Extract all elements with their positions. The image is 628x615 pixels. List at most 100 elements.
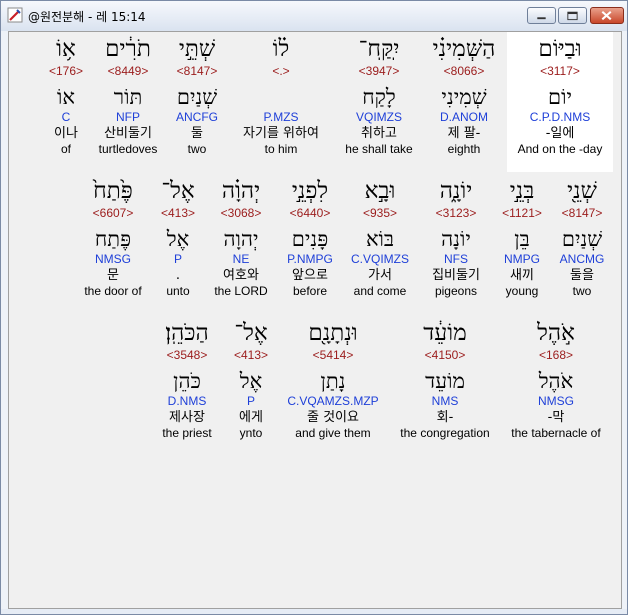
word-block[interactable]: שְׁתֵּ֣י <8147> שְׁנַיִם ANCFG 둘 two: [165, 32, 229, 157]
lexical-form: שְׁנַיִם: [561, 227, 603, 251]
hebrew-word: וּבָ֣א: [364, 178, 396, 204]
strong-number[interactable]: <3068>: [207, 206, 275, 220]
korean-gloss: 집비둘기: [432, 268, 480, 283]
close-button[interactable]: [590, 7, 624, 24]
korean-gloss: -일에: [545, 126, 575, 141]
lexical-form: פֶּתַח: [94, 227, 132, 251]
hebrew-word: לִפְנֵ֣י: [291, 178, 329, 204]
korean-gloss: .: [175, 268, 181, 283]
korean-gloss: 제사장: [169, 410, 205, 425]
word-block[interactable]: וּבַיּוֹם <3117> יוֹם C.P.D.NMS -일에 And …: [507, 32, 613, 172]
morphology-code: P: [173, 252, 182, 266]
english-gloss: two: [187, 142, 207, 156]
korean-gloss: 이나: [54, 126, 78, 141]
korean-gloss: 가서: [368, 268, 392, 283]
morphology-code: VQIMZS: [355, 110, 402, 124]
word-block[interactable]: אֹ֣הֶל <168> אֹהֶל NMSG -막 the tabernacl…: [501, 316, 611, 441]
word-block[interactable]: בְּנֵ֣י <1121> בֵּן NMPG 새끼 young: [497, 174, 547, 299]
lexical-form: בּוֹא: [365, 227, 395, 251]
word-block[interactable]: הַשְּׁמִינִ֗י <8066> שְׁמִינִי D.ANOM 제 …: [425, 32, 503, 157]
hebrew-word: אֶל־: [234, 320, 268, 346]
english-gloss: unto: [166, 284, 190, 298]
strong-number[interactable]: <3117>: [507, 64, 613, 78]
strong-number[interactable]: <8449>: [93, 64, 163, 78]
morphology-code: NMPG: [504, 252, 540, 266]
strong-number[interactable]: <168>: [501, 348, 611, 362]
english-gloss: And on the -day: [517, 142, 603, 156]
window-title: @원전분해 - 레 15:14: [28, 10, 146, 24]
hebrew-word: בְּנֵ֣י: [509, 178, 535, 204]
morphology-code: C.VQIMZS: [350, 252, 409, 266]
english-gloss: the LORD: [214, 284, 268, 298]
strong-number[interactable]: <5414>: [279, 348, 387, 362]
maximize-button[interactable]: [558, 7, 587, 24]
lexical-form: יְהוָה: [223, 227, 259, 251]
hebrew-word: שְׁתֵּ֣י: [178, 36, 216, 62]
lexical-form: נָתַן: [320, 369, 346, 393]
strong-number[interactable]: <8066>: [425, 64, 503, 78]
strong-number[interactable]: <8147>: [553, 206, 611, 220]
word-block[interactable]: וּנְתָנָ֖ם <5414> נָתַן C.VQAMZS.MZP 줄 것…: [279, 316, 387, 441]
word-block[interactable]: יְהוָ֗ה <3068> יְהוָה NE 여호와 the LORD: [207, 174, 275, 299]
strong-number[interactable]: <8147>: [165, 64, 229, 78]
morphology-code: P: [246, 394, 255, 408]
lexical-form: אוֹ: [57, 85, 75, 109]
strong-number[interactable]: <6607>: [77, 206, 149, 220]
word-block[interactable]: אֶל־ <413> אֶל P 에게 ynto: [227, 316, 275, 441]
strong-number[interactable]: <413>: [155, 206, 201, 220]
word-block[interactable]: שְׁנֵ֖י <8147> שְׁנַיִם ANCMG 둘을 two: [553, 174, 611, 299]
lexical-form: מוֹעֵד: [425, 369, 465, 393]
word-block[interactable]: א֥וֹ <176> אוֹ C 이나 of: [45, 32, 87, 157]
hebrew-word: מוֹעֵ֔ד: [423, 320, 467, 346]
morphology-code: C.VQAMZS.MZP: [287, 394, 379, 408]
morphology-code: D.ANOM: [440, 110, 488, 124]
close-icon: [601, 10, 612, 21]
strong-number[interactable]: <3123>: [421, 206, 491, 220]
strong-number[interactable]: <935>: [345, 206, 415, 220]
hebrew-word: יוֹנָ֑ה: [439, 178, 473, 204]
strong-number[interactable]: <4150>: [391, 348, 499, 362]
bottom-border: [1, 609, 627, 614]
morphology-code: D.NMS: [167, 394, 207, 408]
strong-number[interactable]: <.>: [231, 64, 331, 78]
strong-number[interactable]: <1121>: [497, 206, 547, 220]
morphology-code: C.P.D.NMS: [529, 110, 591, 124]
word-block[interactable]: וּבָ֣א <935> בּוֹא C.VQIMZS 가서 and come: [345, 174, 415, 299]
word-block[interactable]: מוֹעֵ֔ד <4150> מוֹעֵד NMS 회- the congreg…: [391, 316, 499, 441]
english-gloss: of: [60, 142, 71, 156]
korean-gloss: 줄 것이요: [307, 410, 359, 425]
lexical-form: יוֹנָה: [441, 227, 471, 251]
word-block[interactable]: הַכֹּהֵֽן׃ <3548> כֹּהֵן D.NMS 제사장 the p…: [151, 316, 223, 441]
morphology-code: NMSG: [538, 394, 574, 408]
hebrew-word: הַשְּׁמִינִ֗י: [432, 36, 496, 62]
lexical-form: [231, 84, 331, 110]
hebrew-word: ל֗וֹ: [272, 36, 290, 62]
korean-gloss: 산비둘기: [104, 126, 152, 141]
app-logo-icon: [7, 7, 23, 23]
strong-number[interactable]: <3947>: [335, 64, 423, 78]
title-bar[interactable]: @원전분해 - 레 15:14: [1, 1, 627, 31]
word-block[interactable]: יוֹנָ֑ה <3123> יוֹנָה NFS 집비둘기 pigeons: [421, 174, 491, 299]
lexical-form: אֹהֶל: [538, 369, 574, 393]
english-gloss: pigeons: [434, 284, 478, 298]
hebrew-word: יִֽקַּֽח־: [358, 36, 400, 62]
minimize-button[interactable]: [527, 7, 556, 24]
word-block[interactable]: לִפְנֵ֣י <6440> פָּנִים P.NMPG 앞으로 befor…: [279, 174, 341, 299]
korean-gloss: 회-: [436, 410, 454, 425]
strong-number[interactable]: <413>: [227, 348, 275, 362]
strong-number[interactable]: <6440>: [279, 206, 341, 220]
morphology-code: NMS: [431, 394, 459, 408]
english-gloss: he shall take: [345, 142, 413, 156]
word-block[interactable]: ל֗וֹ <.> P.MZS 자기를 위하여 to him: [231, 32, 331, 157]
word-block[interactable]: יִֽקַּֽח־ <3947> לָקַח VQIMZS 취하고 he sha…: [335, 32, 423, 157]
word-block[interactable]: תֹרִ֔ים <8449> תּוֹר NFP 산비둘기 turtledove…: [93, 32, 163, 157]
hebrew-word: שְׁנֵ֖י: [567, 178, 597, 204]
strong-number[interactable]: <176>: [45, 64, 87, 78]
morphology-code: NMSG: [95, 252, 131, 266]
word-block[interactable]: אֶל־ <413> אֶל P . unto: [155, 174, 201, 299]
word-block[interactable]: פֶּ֙תַח֙ <6607> פֶּתַח NMSG 문 the door o…: [77, 174, 149, 299]
strong-number[interactable]: <3548>: [151, 348, 223, 362]
maximize-icon: [567, 11, 578, 21]
morphology-code: ANCMG: [559, 252, 605, 266]
english-gloss: two: [572, 284, 592, 298]
